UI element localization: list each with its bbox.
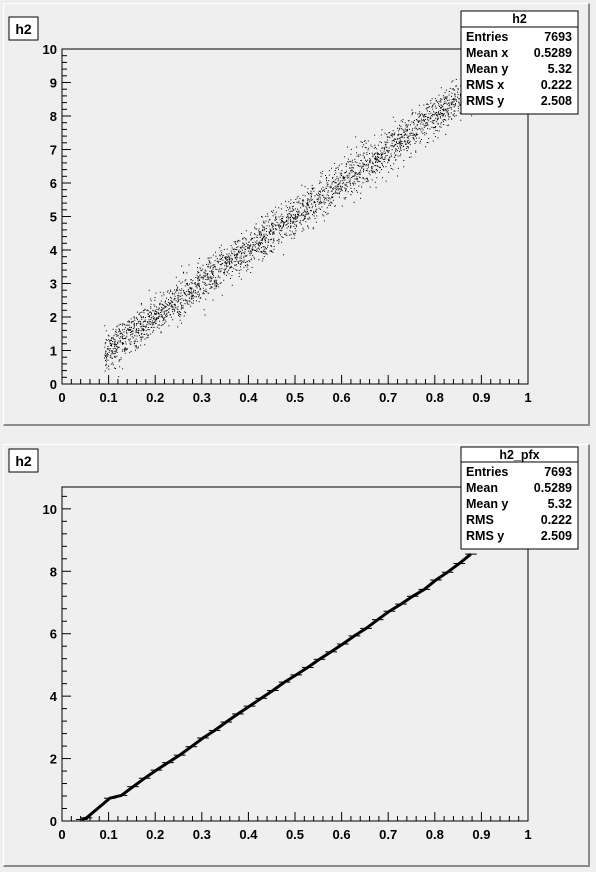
y-tick-label: 8 — [50, 109, 57, 124]
y-tick-label: 2 — [50, 310, 57, 325]
y-tick-label: 0 — [50, 377, 57, 392]
y-tick-label: 5 — [50, 210, 57, 225]
stats-title: h2_pfx — [499, 448, 539, 462]
stats-value-mean-y: 5.32 — [548, 497, 572, 511]
pad-title: h2 — [15, 21, 32, 37]
x-tick-label: 0.3 — [193, 390, 211, 405]
y-tick-label: 0 — [50, 814, 57, 829]
x-tick-label: 1 — [524, 390, 531, 405]
bottom-pad: h2 0 0.1 0.2 0.3 0.4 0.5 0.6 0.7 0.8 0.9 1 0 2 4 6 8 10 … — [3, 444, 590, 867]
x-tick-label: 0.3 — [193, 827, 211, 842]
stats-label-rms-x: RMS x — [466, 78, 504, 92]
stats-label-entries: Entries — [466, 30, 508, 44]
stats-value-mean: 0.5289 — [534, 481, 572, 495]
x-tick-label: 0.5 — [286, 390, 304, 405]
y-tick-label: 4 — [50, 689, 58, 704]
stats-value-mean-x: 0.5289 — [534, 46, 572, 60]
x-tick-label: 0.9 — [472, 390, 490, 405]
stats-label-entries: Entries — [466, 465, 508, 479]
y-tick-label: 10 — [43, 42, 57, 57]
stats-label-mean-y: Mean y — [466, 497, 508, 511]
stats-value-rms-y: 2.509 — [541, 529, 572, 543]
stats-label-rms-y: RMS y — [466, 529, 504, 543]
y-tick-label: 6 — [50, 176, 57, 191]
y-tick-label: 2 — [50, 752, 57, 767]
x-tick-label: 0.5 — [286, 827, 304, 842]
x-tick-label: 0.4 — [239, 827, 258, 842]
stats-value-entries: 7693 — [544, 465, 572, 479]
y-tick-label: 9 — [50, 76, 57, 91]
y-tick-label: 4 — [50, 243, 58, 258]
x-tick-label: 0 — [58, 390, 65, 405]
stats-value-mean-y: 5.32 — [548, 62, 572, 76]
x-tick-label: 0.6 — [333, 390, 351, 405]
stats-value-entries: 7693 — [544, 30, 572, 44]
y-tick-label: 1 — [50, 344, 57, 359]
stats-title: h2 — [512, 12, 527, 26]
stats-label-rms-y: RMS y — [466, 94, 504, 108]
x-tick-label: 0.7 — [379, 390, 397, 405]
stats-label-mean: Mean — [466, 481, 498, 495]
y-tick-label: 7 — [50, 143, 57, 158]
scatter-chart: h2 0 0.1 0.2 0.3 0.4 0.5 0.6 0.7 0.8 0.9 101234567… — [8, 10, 579, 405]
x-tick-label: 1 — [524, 827, 531, 842]
x-tick-label: 0 — [58, 827, 65, 842]
x-tick-label: 0.2 — [146, 827, 164, 842]
pad-title: h2 — [15, 453, 32, 469]
x-tick-label: 0.1 — [100, 827, 118, 842]
stats-label-mean-y: Mean y — [466, 62, 508, 76]
x-tick-label: 0.1 — [100, 390, 118, 405]
x-tick-label: 0.4 — [239, 390, 258, 405]
y-tick-label: 10 — [43, 502, 57, 517]
x-tick-label: 0.8 — [426, 390, 444, 405]
stats-value-rms: 0.222 — [541, 513, 572, 527]
x-tick-label: 0.2 — [146, 390, 164, 405]
top-pad: h2 0 0.1 0.2 0.3 0.4 0.5 0.6 0.7 0.8 0.9 1 0 1 2 3 4 5 6 7… — [3, 3, 590, 426]
plot-frame — [61, 486, 529, 822]
stats-value-rms-x: 0.222 — [541, 78, 572, 92]
stats-box: h2 Entries 7693 Mean x 0.5289 Mean y 5.3… — [460, 10, 579, 115]
stats-label-mean-x: Mean x — [466, 46, 508, 60]
x-tick-label: 0.6 — [333, 827, 351, 842]
stats-box: h2_pfx Entries 7693 Mean 0.5289 Mean y 5… — [460, 446, 579, 550]
y-tick-label: 8 — [50, 564, 57, 579]
stats-value-rms-y: 2.508 — [541, 94, 572, 108]
x-tick-label: 0.9 — [472, 827, 490, 842]
stats-label-rms: RMS — [466, 513, 494, 527]
x-tick-label: 0.8 — [426, 827, 444, 842]
y-tick-label: 3 — [50, 277, 57, 292]
x-tick-label: 0.7 — [379, 827, 397, 842]
profile-chart: h2 0 0.1 0.2 0.3 0.4 0.5 0.6 0.7 0.8 0.9 10246810 … — [8, 446, 579, 842]
y-tick-label: 6 — [50, 627, 57, 642]
